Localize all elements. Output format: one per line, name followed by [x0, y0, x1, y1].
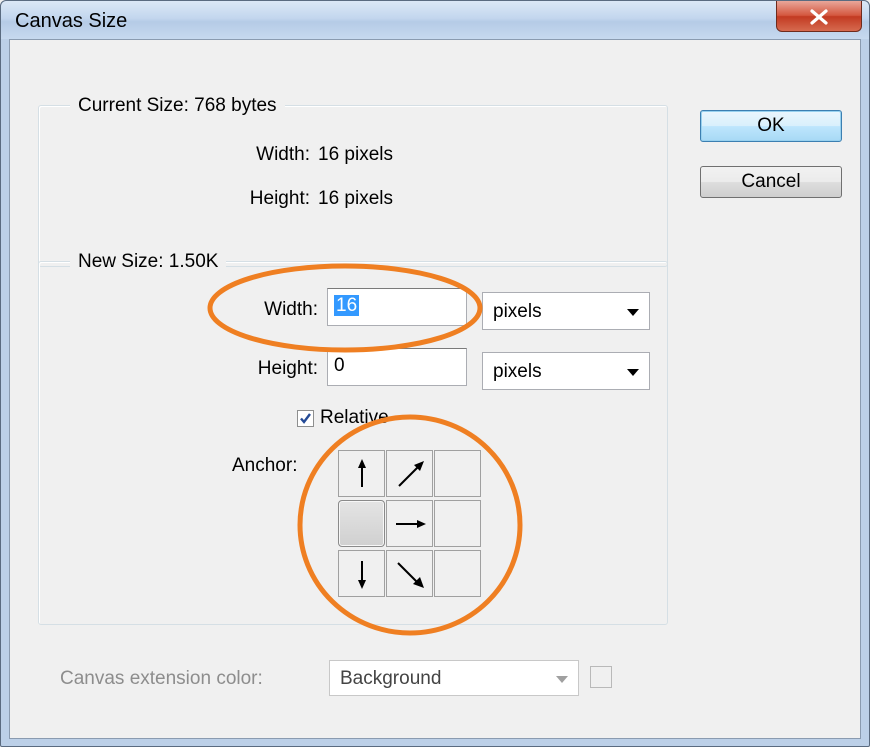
- height-unit-value: pixels: [493, 361, 542, 382]
- close-icon: [810, 9, 828, 25]
- window-title: Canvas Size: [15, 10, 128, 32]
- current-width-label: Width:: [256, 144, 310, 165]
- new-height-value: 0: [334, 355, 345, 376]
- current-width-value: 16 pixels: [318, 144, 393, 165]
- width-unit-select[interactable]: pixels: [482, 292, 650, 330]
- current-size-legend: Current Size: 768 bytes: [70, 95, 285, 117]
- checkmark-icon: [300, 413, 311, 424]
- arrow-up-icon: [358, 459, 366, 487]
- new-height-input[interactable]: 0: [327, 348, 467, 386]
- title-bar[interactable]: Canvas Size: [1, 1, 869, 39]
- ok-button[interactable]: OK: [700, 110, 842, 142]
- anchor-bottom-right[interactable]: [434, 550, 481, 597]
- current-height-value: 16 pixels: [318, 188, 393, 209]
- anchor-label: Anchor:: [232, 455, 298, 476]
- extension-color-value: Background: [340, 668, 442, 689]
- relative-checkbox[interactable]: [297, 410, 314, 427]
- new-width-value: 16: [334, 295, 360, 316]
- canvas-size-dialog: Canvas Size Current Size: 768 bytes Widt…: [0, 0, 870, 747]
- new-width-label: Width:: [264, 299, 318, 320]
- relative-label[interactable]: Relative: [320, 407, 389, 429]
- arrow-down-icon: [358, 561, 366, 589]
- anchor-middle-left[interactable]: [338, 500, 385, 547]
- new-size-legend: New Size: 1.50K: [70, 251, 227, 273]
- anchor-bottom-center[interactable]: [386, 550, 433, 597]
- anchor-middle-right[interactable]: [434, 500, 481, 547]
- extension-color-swatch[interactable]: [590, 666, 612, 688]
- anchor-bottom-left[interactable]: [338, 550, 385, 597]
- current-height-label: Height:: [249, 188, 310, 209]
- chevron-down-icon: [627, 369, 639, 376]
- close-button[interactable]: [776, 1, 862, 32]
- arrow-right-icon: [396, 520, 426, 528]
- anchor-top-center[interactable]: [386, 450, 433, 497]
- anchor-top-left[interactable]: [338, 450, 385, 497]
- extension-color-label: Canvas extension color:: [60, 668, 263, 689]
- height-unit-select[interactable]: pixels: [482, 352, 650, 390]
- anchor-grid: [338, 450, 483, 600]
- current-size-group: [38, 105, 668, 267]
- arrow-down-right-icon: [397, 562, 424, 588]
- new-width-input[interactable]: 16: [327, 288, 467, 326]
- extension-color-select[interactable]: Background: [329, 660, 579, 696]
- dialog-body: Current Size: 768 bytes Width: 16 pixels…: [9, 39, 861, 739]
- chevron-down-icon: [556, 676, 568, 683]
- chevron-down-icon: [627, 309, 639, 316]
- anchor-top-right[interactable]: [434, 450, 481, 497]
- new-height-label: Height:: [257, 358, 318, 379]
- cancel-button[interactable]: Cancel: [700, 166, 842, 198]
- arrow-up-right-icon: [398, 461, 424, 487]
- anchor-middle-center[interactable]: [386, 500, 433, 547]
- width-unit-value: pixels: [493, 301, 542, 322]
